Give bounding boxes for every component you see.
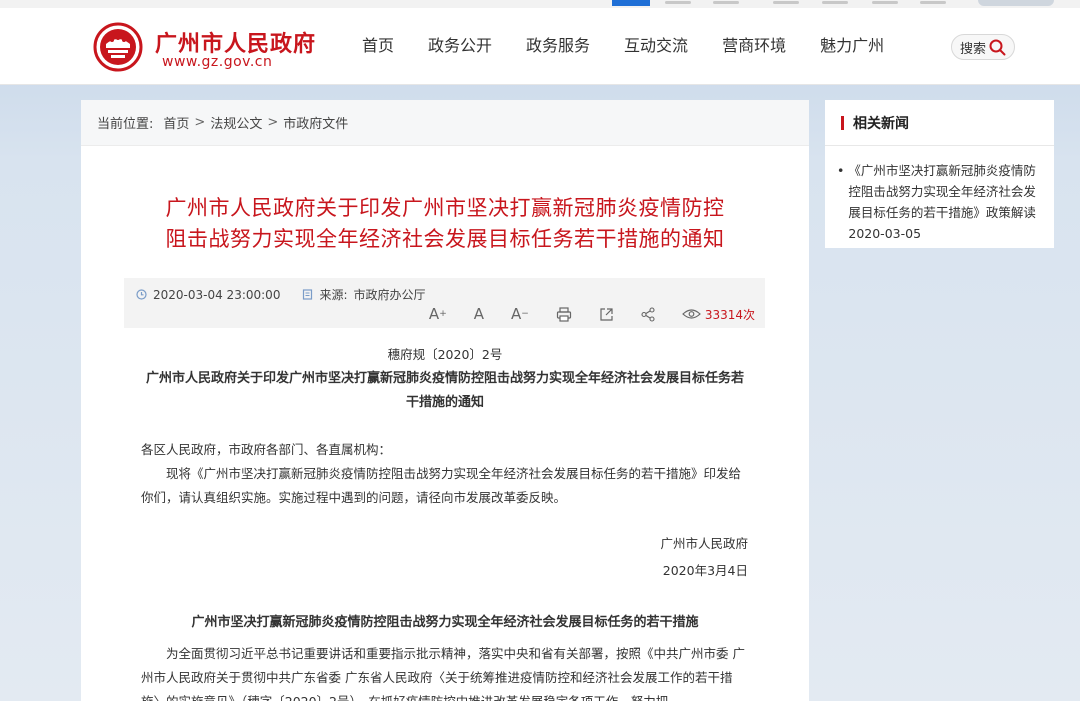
top-link-4[interactable] [822, 1, 848, 4]
doc-sign-date: 2020年3月4日 [662, 563, 748, 578]
publish-date: 2020-03-04 23:00:00 [153, 287, 281, 302]
share-icon[interactable] [641, 306, 655, 322]
related-news-item[interactable]: • 《广州市坚决打赢新冠肺炎疫情防控阻击战努力实现全年经济社会发展目标任务的若干… [825, 146, 1054, 244]
eye-icon [681, 309, 701, 319]
nav-business-env[interactable]: 营商环境 [722, 8, 786, 84]
source-label: 来源: [319, 288, 348, 302]
related-news-link[interactable]: 《广州市坚决打赢新冠肺炎疫情防控阻击战努力实现全年经济社会发展目标任务的若干措施… [848, 160, 1040, 223]
top-search-pill[interactable] [978, 0, 1054, 6]
nav-charm-guangzhou[interactable]: 魅力广州 [820, 8, 884, 84]
doc-number: 穗府规〔2020〕2号 [387, 347, 503, 362]
doc-section-title: 广州市坚决打赢新冠肺炎疫情防控阻击战努力实现全年经济社会发展目标任务的若干措施 [191, 615, 699, 630]
doc-paragraph-2: 为全面贯彻习近平总书记重要讲话和重要指示批示精神，落实中央和省有关部署，按照《中… [141, 646, 745, 701]
related-news-title: 相关新闻 [853, 115, 909, 132]
top-active-tab[interactable] [612, 0, 650, 6]
related-news-panel: 相关新闻 • 《广州市坚决打赢新冠肺炎疫情防控阻击战努力实现全年经济社会发展目标… [825, 100, 1054, 248]
breadcrumb-separator: > [267, 115, 279, 130]
article-body: 穗府规〔2020〕2号 广州市人民政府关于印发广州市坚决打赢新冠肺炎疫情防控阻击… [81, 346, 809, 415]
breadcrumb-home[interactable]: 首页 [163, 113, 189, 132]
font-increase-icon[interactable]: A + [429, 305, 447, 323]
article-card: 当前位置: 首页 > 法规公文 > 市政府文件 广州市人民政府关于印发广州市坚决… [81, 100, 809, 701]
breadcrumb-separator: > [194, 115, 206, 130]
search-icon [989, 39, 1006, 55]
share-external-icon[interactable] [599, 307, 614, 322]
clock-icon [136, 289, 147, 300]
related-news-heading: 相关新闻 [825, 100, 1054, 146]
article-title-line1: 广州市人民政府关于印发广州市坚决打赢新冠肺炎疫情防控 [165, 196, 725, 220]
article-toolbar: A + A A − 33314次 [402, 305, 755, 323]
breadcrumb-label: 当前位置: [97, 117, 154, 132]
doc-signer: 广州市人民政府 [660, 536, 748, 551]
top-utility-bar [0, 0, 1080, 8]
top-link-1[interactable] [665, 1, 691, 4]
breadcrumb-regulations[interactable]: 法规公文 [210, 113, 262, 132]
nav-gov-affairs[interactable]: 政务公开 [428, 8, 492, 84]
source-value: 市政府办公厅 [353, 288, 426, 302]
nav-home[interactable]: 首页 [362, 8, 394, 84]
search-button[interactable]: 搜索 [951, 34, 1015, 60]
site-url[interactable]: www.gz.gov.cn [162, 54, 272, 70]
bullet: • [837, 163, 845, 178]
font-normal-icon[interactable]: A [474, 305, 484, 323]
article-meta-bar: 2020-03-04 23:00:00 来源: 市政府办公厅 A+ A A− [124, 278, 765, 328]
heading-accent-bar [841, 115, 844, 130]
view-count: 33314次 [681, 306, 755, 323]
nav-interaction[interactable]: 互动交流 [624, 8, 688, 84]
breadcrumb-city-docs[interactable]: 市政府文件 [283, 113, 348, 132]
article-meta-info: 2020-03-04 23:00:00 来源: 市政府办公厅 [136, 286, 426, 303]
doc-paragraph-1: 现将《广州市坚决打赢新冠肺炎疫情防控阻击战努力实现全年经济社会发展目标任务的若干… [141, 466, 742, 505]
government-emblem-logo[interactable] [93, 22, 143, 72]
font-decrease-icon[interactable]: A − [511, 305, 529, 323]
nav-gov-services[interactable]: 政务服务 [526, 8, 590, 84]
top-link-2[interactable] [713, 1, 739, 4]
top-link-5[interactable] [872, 1, 898, 4]
document-icon [303, 289, 313, 300]
related-news-date: 2020-03-05 [848, 226, 922, 241]
doc-title: 广州市人民政府关于印发广州市坚决打赢新冠肺炎疫情防控阻击战努力实现全年经济社会发… [145, 371, 744, 410]
search-label: 搜索 [959, 41, 986, 57]
breadcrumb: 当前位置: 首页 > 法规公文 > 市政府文件 [81, 100, 809, 146]
article-title: 广州市人民政府关于印发广州市坚决打赢新冠肺炎疫情防控 阻击战努力实现全年经济社会… [81, 193, 809, 255]
article-title-line2: 阻击战努力实现全年经济社会发展目标任务若干措施的通知 [165, 227, 725, 251]
view-count-value: 33314次 [704, 307, 755, 322]
top-link-6[interactable] [920, 1, 946, 4]
top-link-3[interactable] [773, 1, 799, 4]
main-nav: 首页 政务公开 政务服务 互动交流 营商环境 魅力广州 [345, 8, 901, 84]
site-header: 广州市人民政府 www.gz.gov.cn 首页 政务公开 政务服务 互动交流 … [0, 8, 1080, 85]
print-icon[interactable] [556, 306, 572, 322]
doc-greeting: 各区人民政府，市政府各部门、各直属机构： [141, 442, 392, 457]
